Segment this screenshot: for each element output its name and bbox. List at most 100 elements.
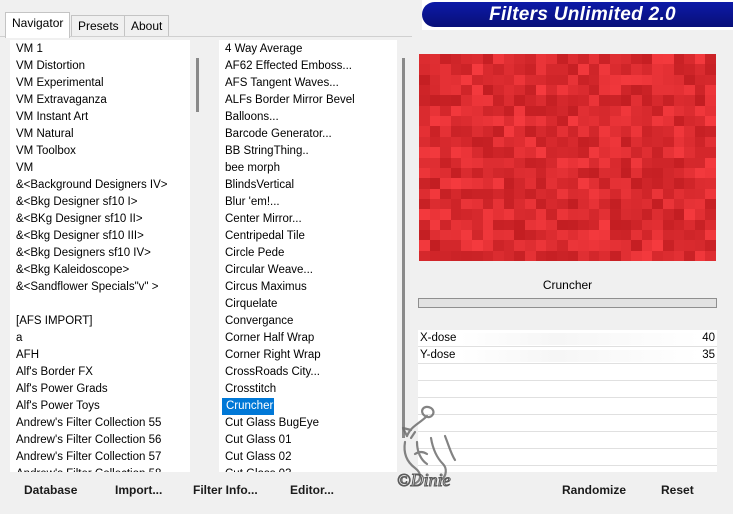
preview-texture-block [461, 85, 473, 96]
tab-bar: Navigator Presets About [0, 0, 420, 38]
filter-list-item[interactable]: Cut Glass 03 [219, 466, 291, 472]
filter-list-item[interactable]: Cruncher [222, 398, 274, 415]
filter-list-item[interactable]: Circus Maximus [219, 279, 307, 296]
filter-list-item[interactable]: ALFs Border Mirror Bevel [219, 92, 355, 109]
filter-list-item[interactable]: Barcode Generator... [219, 126, 332, 143]
filter-list-item[interactable]: Convergance [219, 313, 293, 330]
filter-list-item[interactable]: BB StringThing.. [219, 143, 309, 160]
preview-texture-block [694, 64, 706, 76]
category-list-item[interactable]: VM Natural [10, 126, 74, 143]
preview-texture-block [503, 126, 516, 138]
filter-list-item[interactable]: Cut Glass 01 [219, 432, 291, 449]
preview-texture-block [493, 250, 505, 261]
preview-texture-block [588, 105, 600, 117]
category-list-item[interactable]: Andrew's Filter Collection 58 [10, 466, 161, 472]
category-list-item[interactable]: &<Bkg Kaleidoscope> [10, 262, 129, 279]
randomize-button[interactable]: Randomize [562, 480, 626, 500]
filter-scroll-thumb[interactable] [402, 58, 405, 438]
preview-texture-block [482, 136, 494, 148]
param-row-y-dose[interactable]: Y-dose 35 [418, 347, 717, 364]
category-scroll-thumb[interactable] [196, 58, 199, 112]
filter-list-item[interactable]: Corner Half Wrap [219, 330, 314, 347]
category-list-item[interactable]: AFH [10, 347, 39, 364]
tab-about[interactable]: About [124, 15, 170, 37]
filter-list-item[interactable]: Cirquelate [219, 296, 277, 313]
filter-list-item[interactable]: BlindsVertical [219, 177, 294, 194]
category-scrollbar[interactable] [191, 40, 205, 472]
category-list-item[interactable]: Alf's Border FX [10, 364, 93, 381]
preview-texture-block [673, 219, 685, 231]
preview-texture-block [429, 209, 441, 221]
category-list-item[interactable]: [AFS IMPORT] [10, 313, 92, 330]
x-dose-slider[interactable] [460, 333, 700, 345]
category-list-item[interactable]: VM 1 [10, 41, 43, 58]
tab-navigator[interactable]: Navigator [5, 12, 71, 38]
category-list-item[interactable]: Alf's Power Grads [10, 381, 108, 398]
preview-texture-block [631, 240, 643, 252]
filter-list-item[interactable]: Cut Glass BugEye [219, 415, 319, 432]
filter-list-item[interactable]: Crosstitch [219, 381, 276, 398]
param-row-x-dose[interactable]: X-dose 40 [418, 330, 717, 347]
preview-texture-block [514, 74, 526, 86]
category-list-item[interactable]: VM Instant Art [10, 109, 88, 126]
tab-presets[interactable]: Presets [71, 15, 126, 37]
preview-texture-block [673, 250, 685, 261]
category-list-item[interactable]: VM Toolbox [10, 143, 76, 160]
category-list-item[interactable]: &<Sandflower Specials"v" > [10, 279, 158, 296]
category-list-item[interactable]: Andrew's Filter Collection 57 [10, 449, 161, 466]
editor-button[interactable]: Editor... [290, 480, 334, 500]
filter-list-item[interactable]: AFS Tangent Waves... [219, 75, 339, 92]
import-button[interactable]: Import... [115, 480, 162, 500]
filter-list-item[interactable]: Corner Right Wrap [219, 347, 321, 364]
preview-texture-block [662, 105, 675, 117]
preview-texture-block [684, 64, 696, 76]
category-list-item[interactable]: Andrew's Filter Collection 55 [10, 415, 161, 432]
preview-texture-block [705, 219, 716, 231]
filter-list-item[interactable]: Cut Glass 02 [219, 449, 291, 466]
category-list-item[interactable]: Andrew's Filter Collection 56 [10, 432, 161, 449]
database-button[interactable]: Database [24, 480, 77, 500]
category-list-item[interactable]: VM [10, 160, 33, 177]
category-list-item[interactable]: &<BKg Designer sf10 II> [10, 211, 143, 228]
category-list-item[interactable]: &<Bkg Designer sf10 III> [10, 228, 144, 245]
filter-list[interactable]: 4 Way Average AF62 Effected Emboss... AFS … [219, 40, 399, 472]
preview-texture-block [609, 147, 622, 159]
category-list-item[interactable]: VM Extravaganza [10, 92, 107, 109]
category-list-item[interactable]: a [10, 330, 22, 347]
preview-texture-block [514, 250, 526, 261]
category-list-item[interactable]: &<Bkg Designer sf10 I> [10, 194, 137, 211]
filter-list-item[interactable]: bee morph [219, 160, 280, 177]
preview-texture-block [514, 136, 526, 148]
filter-info-button[interactable]: Filter Info... [193, 480, 258, 500]
filter-list-item[interactable]: Centripedal Tile [219, 228, 305, 245]
filter-list-item[interactable]: AF62 Effected Emboss... [219, 58, 352, 75]
filter-list-item[interactable]: CrossRoads City... [219, 364, 320, 381]
preview-texture-block [705, 147, 716, 159]
preview-texture-block [684, 219, 696, 231]
filter-list-item[interactable]: Balloons... [219, 109, 279, 126]
preview-texture-block [482, 167, 494, 179]
filter-list-item[interactable]: 4 Way Average [219, 41, 302, 58]
reset-button[interactable]: Reset [661, 480, 694, 500]
category-list-item[interactable]: VM Experimental [10, 75, 104, 92]
category-list-item[interactable] [10, 296, 16, 313]
category-list-item[interactable]: &<Bkg Designers sf10 IV> [10, 245, 151, 262]
preview-texture-block [535, 240, 547, 252]
preview-texture-block [599, 74, 611, 86]
preview-texture-block [641, 250, 653, 261]
filter-list-item[interactable]: Center Mirror... [219, 211, 302, 228]
category-list-item[interactable]: &<Background Designers IV> [10, 177, 168, 194]
filter-list-item[interactable]: Circle Pede [219, 245, 284, 262]
x-dose-value: 40 [702, 332, 715, 344]
preview-texture-block [609, 198, 622, 210]
filter-list-item[interactable]: Circular Weave... [219, 262, 313, 279]
preview-texture-block [620, 178, 632, 190]
preview-texture-block [461, 240, 473, 252]
y-dose-slider[interactable] [460, 350, 700, 362]
category-list-item[interactable]: VM Distortion [10, 58, 85, 75]
preview-texture-block [567, 250, 579, 261]
category-list-item[interactable]: Alf's Power Toys [10, 398, 100, 415]
preview-texture-block [567, 209, 579, 221]
filter-list-item[interactable]: Blur 'em!... [219, 194, 280, 211]
category-list[interactable]: VM 1 VM Distortion VM Experimental VM Extra… [10, 40, 190, 472]
